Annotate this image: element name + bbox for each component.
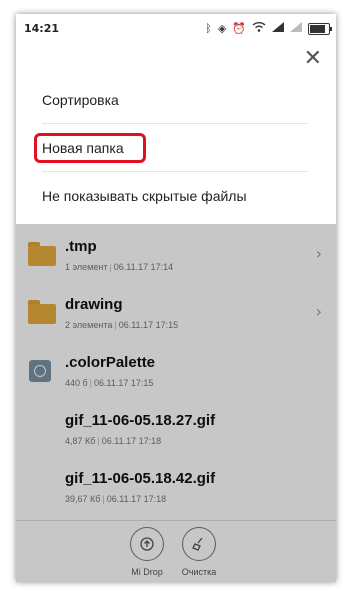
cleanup-label: Очистка bbox=[181, 567, 217, 577]
cleanup-button[interactable]: Очистка bbox=[169, 527, 229, 577]
folder-icon bbox=[28, 242, 56, 266]
file-icon bbox=[29, 360, 51, 382]
list-item[interactable]: gif_11-06-05.18.27.gif 4,87 Кб | 06.11.17 … bbox=[16, 398, 336, 456]
status-bar: 14:21 ᛒ ◈ ⏰ bbox=[16, 14, 336, 42]
file-name: .tmp bbox=[65, 238, 97, 255]
file-name: gif_11-06-05.18.42.gif bbox=[65, 470, 216, 487]
alarm-icon: ⏰ bbox=[232, 23, 246, 35]
file-name: drawing bbox=[65, 296, 123, 313]
list-item[interactable]: .tmp 1 элемент | 06.11.17 17:14 › bbox=[16, 224, 336, 282]
menu-item-hide-hidden[interactable]: Не показывать скрытые файлы bbox=[42, 173, 308, 219]
file-name: gif_11-06-05.18.27.gif bbox=[65, 412, 216, 429]
bottom-action-bar: Mi Drop Очистка bbox=[16, 520, 336, 582]
file-list: .tmp 1 элемент | 06.11.17 17:14 › drawing … bbox=[16, 224, 336, 582]
folder-icon bbox=[28, 300, 56, 324]
close-icon[interactable]: ✕ bbox=[304, 48, 322, 70]
mi-drop-icon bbox=[130, 527, 164, 561]
list-item[interactable]: drawing 2 элемента | 06.11.17 17:15 › bbox=[16, 282, 336, 340]
file-meta: 1 элемент | 06.11.17 17:14 bbox=[65, 262, 174, 272]
file-meta: 2 элемента | 06.11.17 17:15 bbox=[65, 320, 179, 330]
chevron-right-icon: › bbox=[315, 302, 322, 321]
menu-item-sort[interactable]: Сортировка bbox=[42, 77, 308, 124]
chevron-right-icon: › bbox=[315, 244, 322, 263]
bluetooth-icon: ᛒ bbox=[205, 22, 212, 35]
broom-icon bbox=[182, 527, 216, 561]
vibrate-icon: ◈ bbox=[217, 23, 227, 35]
signal-icon bbox=[272, 22, 284, 35]
file-meta: 4,87 Кб | 06.11.17 17:18 bbox=[65, 436, 162, 446]
file-meta: 39,67 Кб | 06.11.17 17:18 bbox=[65, 494, 167, 504]
status-time: 14:21 bbox=[24, 22, 60, 35]
options-menu: ✕ Сортировка Новая папка Не показывать с… bbox=[16, 42, 336, 224]
highlight-box bbox=[34, 133, 146, 163]
signal-icon-2 bbox=[290, 22, 302, 35]
mi-drop-button[interactable]: Mi Drop bbox=[117, 527, 177, 577]
list-item[interactable]: .colorPalette 440 б | 06.11.17 17:15 bbox=[16, 340, 336, 398]
menu-item-new-folder[interactable]: Новая папка bbox=[34, 125, 308, 172]
file-name: .colorPalette bbox=[65, 354, 156, 371]
list-item[interactable]: gif_11-06-05.18.42.gif 39,67 Кб | 06.11.17… bbox=[16, 456, 336, 514]
mi-drop-label: Mi Drop bbox=[131, 567, 163, 577]
status-icons: ᛒ ◈ ⏰ bbox=[205, 22, 332, 35]
battery-icon bbox=[308, 22, 332, 35]
file-meta: 440 б | 06.11.17 17:15 bbox=[65, 378, 154, 388]
wifi-icon bbox=[252, 22, 266, 35]
phone-screen: 14:21 ᛒ ◈ ⏰ ✕ Сортировка Новая папка Не … bbox=[16, 14, 336, 582]
